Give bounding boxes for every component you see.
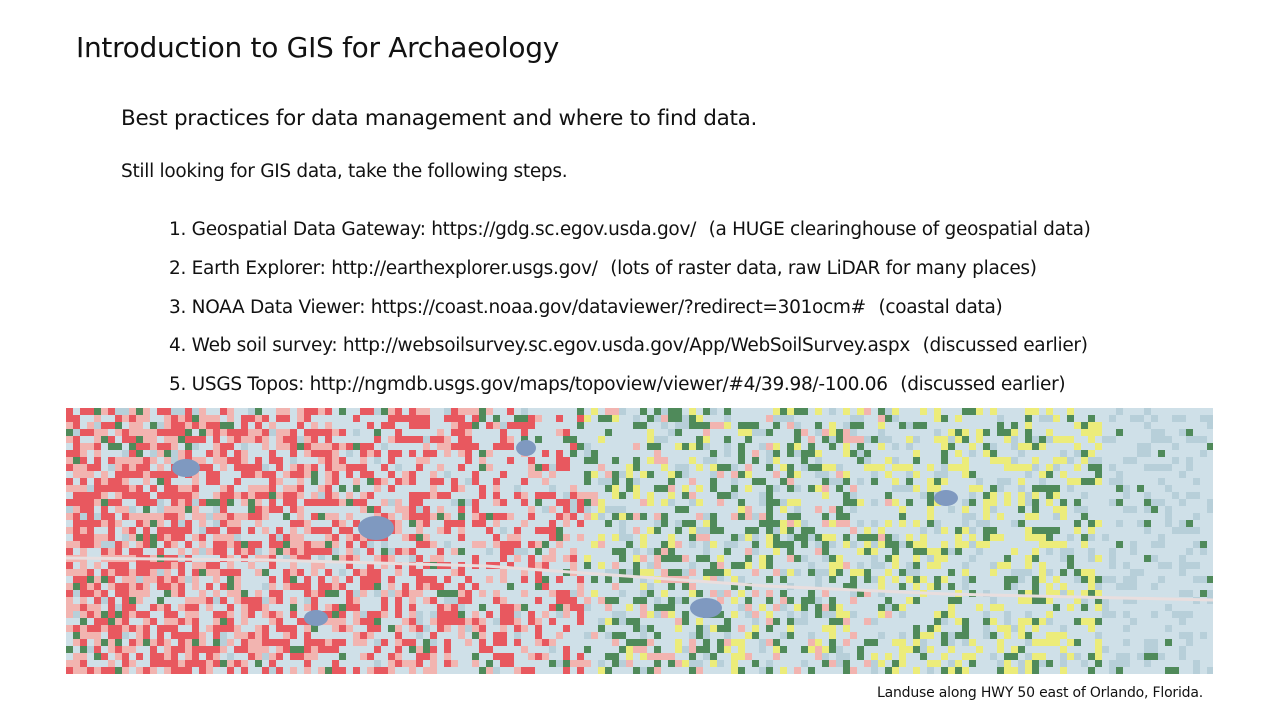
step-note: (a HUGE clearinghouse of geospatial data… [708, 219, 1091, 240]
list-item: 2. Earth Explorer: http://earthexplorer.… [169, 257, 1091, 296]
step-number: 3. [169, 296, 187, 318]
step-number: 4. [169, 335, 187, 357]
step-number: 5. [169, 374, 187, 396]
step-number: 2. [169, 257, 187, 279]
list-item: 3. NOAA Data Viewer: https://coast.noaa.… [169, 296, 1091, 335]
slide: Introduction to GIS for Archaeology Best… [0, 0, 1280, 720]
step-name: Web soil survey: [191, 335, 338, 357]
step-link[interactable]: http://ngmdb.usgs.gov/maps/topoview/view… [310, 374, 888, 395]
map-caption: Landuse along HWY 50 east of Orlando, Fl… [877, 685, 1203, 701]
step-number: 1. [169, 219, 187, 240]
lead-text: Still looking for GIS data, take the fol… [121, 161, 568, 182]
step-name: NOAA Data Viewer: [191, 296, 366, 318]
step-note: (discussed earlier) [922, 335, 1088, 357]
step-note: (coastal data) [878, 296, 1003, 318]
data-source-list: 1. Geospatial Data Gateway: https://gdg.… [169, 218, 1091, 412]
landuse-map [66, 408, 1213, 674]
list-item: 5. USGS Topos: http://ngmdb.usgs.gov/map… [169, 373, 1091, 412]
list-item: 4. Web soil survey: http://websoilsurvey… [169, 334, 1091, 373]
list-item: 1. Geospatial Data Gateway: https://gdg.… [169, 218, 1091, 257]
step-link[interactable]: http://websoilsurvey.sc.egov.usda.gov/Ap… [343, 335, 910, 356]
step-name: USGS Topos: [191, 374, 305, 396]
slide-subtitle: Best practices for data management and w… [121, 106, 758, 131]
landuse-map-image [66, 408, 1213, 674]
slide-title: Introduction to GIS for Archaeology [76, 31, 559, 64]
step-note: (lots of raster data, raw LiDAR for many… [610, 257, 1037, 279]
step-link[interactable]: https://coast.noaa.gov/dataviewer/?redir… [371, 297, 866, 318]
step-name: Geospatial Data Gateway: [191, 219, 426, 240]
step-note: (discussed earlier) [900, 374, 1066, 396]
step-link[interactable]: http://earthexplorer.usgs.gov/ [331, 258, 598, 279]
step-link[interactable]: https://gdg.sc.egov.usda.gov/ [431, 219, 696, 240]
step-name: Earth Explorer: [191, 257, 326, 279]
